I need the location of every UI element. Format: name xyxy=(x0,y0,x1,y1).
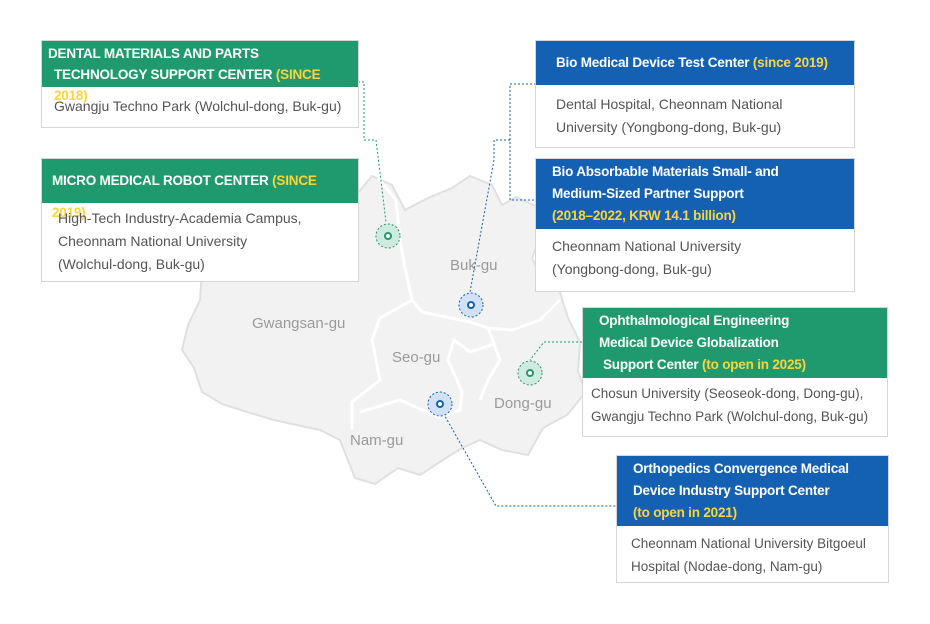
card-ortho-location-line1: Cheonnam National University Bitgoeul xyxy=(631,536,866,551)
card-ortho-title-line2: Device Industry Support Center xyxy=(633,483,830,498)
card-robot-location: High-Tech Industry-Academia Campus, Cheo… xyxy=(42,203,358,280)
card-biotest-title: Bio Medical Device Test Center xyxy=(556,55,750,70)
district-label-seogu: Seo-gu xyxy=(392,349,440,366)
card-ortho-title-line1: Orthopedics Convergence Medical xyxy=(633,461,849,476)
connector-biotest xyxy=(509,83,536,201)
card-biomedical-test: Bio Medical Device Test Center (since 20… xyxy=(535,40,855,148)
card-ophthal-title-line3: Support Center xyxy=(603,357,699,372)
card-biotest-header: Bio Medical Device Test Center (since 20… xyxy=(536,41,854,85)
marker-robot-dental[interactable] xyxy=(375,223,401,249)
card-biotest-location: Dental Hospital, Cheonnam National Unive… xyxy=(536,85,854,147)
card-micro-robot: MICRO MEDICAL ROBOT CENTER (SINCE 2019) … xyxy=(41,158,359,282)
district-label-gwangsangu: Gwangsan-gu xyxy=(252,315,345,332)
card-dental-materials: DENTAL MATERIALS AND PARTS TECHNOLOGY SU… xyxy=(41,40,359,128)
card-dental-title-line2: TECHNOLOGY SUPPORT CENTER xyxy=(54,67,273,82)
district-label-namgu: Nam-gu xyxy=(350,432,403,449)
card-ophthal-location: Chosun University (Seoseok-dong, Dong-gu… xyxy=(583,378,887,432)
card-ortho-location: Cheonnam National University Bitgoeul Ho… xyxy=(617,526,888,584)
card-ophthal-period: (to open in 2025) xyxy=(702,357,806,372)
card-robot-header: MICRO MEDICAL ROBOT CENTER (SINCE 2019) xyxy=(42,159,358,220)
card-bioabsorb-location-line1: Cheonnam National University xyxy=(552,238,742,254)
card-ophthal-title-line2: Medical Device Globalization xyxy=(599,335,779,350)
card-ophthal-location-line1: Chosun University (Seoseok-dong, Dong-gu… xyxy=(591,386,864,401)
card-dental-location: Gwangju Techno Park (Wolchul-dong, Buk-g… xyxy=(54,98,342,114)
card-dental-title-line1: DENTAL MATERIALS AND PARTS xyxy=(48,46,259,61)
card-bioabsorb-location: Cheonnam National University (Yongbong-d… xyxy=(536,229,854,287)
card-robot-location-line1: High-Tech Industry-Academia Campus, xyxy=(58,210,302,226)
card-robot-location-line2: Cheonnam National University xyxy=(58,233,248,249)
card-orthopedics: Orthopedics Convergence Medical Device I… xyxy=(616,455,889,583)
marker-ophthal[interactable] xyxy=(517,360,543,386)
card-dental-header: DENTAL MATERIALS AND PARTS TECHNOLOGY SU… xyxy=(42,41,358,103)
marker-ortho[interactable] xyxy=(427,391,453,417)
card-biotest-location-line2: University (Yongbong-dong, Buk-gu) xyxy=(556,119,782,135)
card-biotest-period: (since 2019) xyxy=(752,55,828,70)
marker-bio[interactable] xyxy=(458,292,484,318)
card-ortho-period: (to open in 2021) xyxy=(633,505,737,520)
card-bioabsorb-title-line1: Bio Absorbable Materials Small- and xyxy=(552,164,779,179)
card-bioabsorb-title-line2: Medium-Sized Partner Support xyxy=(552,186,744,201)
card-bioabsorb-period: (2018–2022, KRW 14.1 billion) xyxy=(552,208,736,223)
card-biotest-location-line1: Dental Hospital, Cheonnam National xyxy=(556,96,783,112)
card-ophthal-title-line1: Ophthalmological Engineering xyxy=(599,313,790,328)
district-label-donggu: Dong-gu xyxy=(494,395,552,412)
card-robot-location-line3: (Wolchul-dong, Buk-gu) xyxy=(58,256,205,272)
card-ophthal-header: Ophthalmological Engineering Medical Dev… xyxy=(583,308,887,378)
card-ophthal-location-line2: Gwangju Techno Park (Wolchul-dong, Buk-g… xyxy=(591,409,869,424)
card-robot-title: MICRO MEDICAL ROBOT CENTER xyxy=(52,173,269,188)
card-ortho-header: Orthopedics Convergence Medical Device I… xyxy=(617,456,888,526)
card-ortho-location-line2: Hospital (Nodae-dong, Nam-gu) xyxy=(631,559,823,574)
card-bioabsorb-header: Bio Absorbable Materials Small- and Medi… xyxy=(536,159,854,229)
card-bio-absorbable: Bio Absorbable Materials Small- and Medi… xyxy=(535,158,855,292)
card-bioabsorb-location-line2: (Yongbong-dong, Buk-gu) xyxy=(552,261,712,277)
card-ophthalmological: Ophthalmological Engineering Medical Dev… xyxy=(582,307,888,437)
